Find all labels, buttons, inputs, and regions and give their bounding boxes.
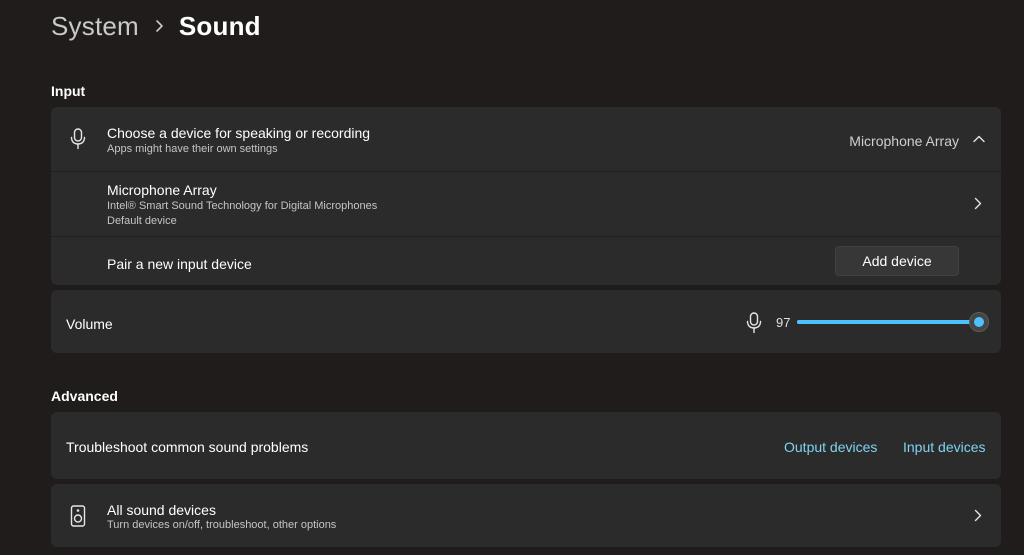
- volume-slider-thumb[interactable]: [969, 312, 989, 332]
- all-sound-devices-title: All sound devices: [107, 502, 216, 518]
- input-device-card: Choose a device for speaking or recordin…: [51, 107, 1001, 285]
- volume-slider[interactable]: [797, 312, 989, 332]
- microphone-icon[interactable]: [746, 312, 762, 334]
- input-section-heading: Input: [51, 83, 86, 99]
- microphone-array-row[interactable]: Microphone Array Intel® Smart Sound Tech…: [51, 172, 1001, 236]
- volume-card: Volume 97: [51, 290, 1001, 353]
- pair-device-label: Pair a new input device: [107, 256, 252, 272]
- pair-device-row: Pair a new input device Add device: [51, 237, 1001, 285]
- chevron-right-icon: [155, 19, 165, 33]
- output-devices-link[interactable]: Output devices: [784, 439, 877, 455]
- volume-label: Volume: [66, 316, 113, 332]
- choose-device-subtitle: Apps might have their own settings: [107, 143, 278, 155]
- chevron-right-icon[interactable]: [974, 197, 982, 210]
- device-name: Microphone Array: [107, 182, 217, 198]
- troubleshoot-label: Troubleshoot common sound problems: [66, 439, 309, 455]
- chevron-up-icon[interactable]: [973, 135, 985, 143]
- device-description: Intel® Smart Sound Technology for Digita…: [107, 200, 378, 212]
- advanced-section-heading: Advanced: [51, 388, 118, 404]
- volume-slider-fill: [797, 320, 979, 324]
- breadcrumb: System Sound: [51, 6, 261, 46]
- input-devices-link[interactable]: Input devices: [903, 439, 986, 455]
- choose-device-row[interactable]: Choose a device for speaking or recordin…: [51, 107, 1001, 171]
- page-title: Sound: [178, 10, 261, 41]
- selected-input-device: Microphone Array: [849, 133, 959, 149]
- troubleshoot-card: Troubleshoot common sound problems Outpu…: [51, 412, 1001, 479]
- choose-device-title: Choose a device for speaking or recordin…: [107, 125, 371, 141]
- all-sound-devices-card[interactable]: All sound devices Turn devices on/off, t…: [51, 484, 1001, 547]
- breadcrumb-system-link[interactable]: System: [51, 11, 139, 42]
- device-status: Default device: [107, 215, 177, 227]
- chevron-right-icon[interactable]: [974, 509, 982, 522]
- sound-settings-page: System Sound Input Choose a device for s…: [0, 0, 1024, 555]
- volume-value: 97: [776, 315, 791, 330]
- all-sound-devices-subtitle: Turn devices on/off, troubleshoot, other…: [107, 519, 337, 531]
- speaker-icon: [70, 505, 86, 527]
- microphone-icon: [70, 128, 86, 150]
- add-device-button[interactable]: Add device: [835, 246, 959, 276]
